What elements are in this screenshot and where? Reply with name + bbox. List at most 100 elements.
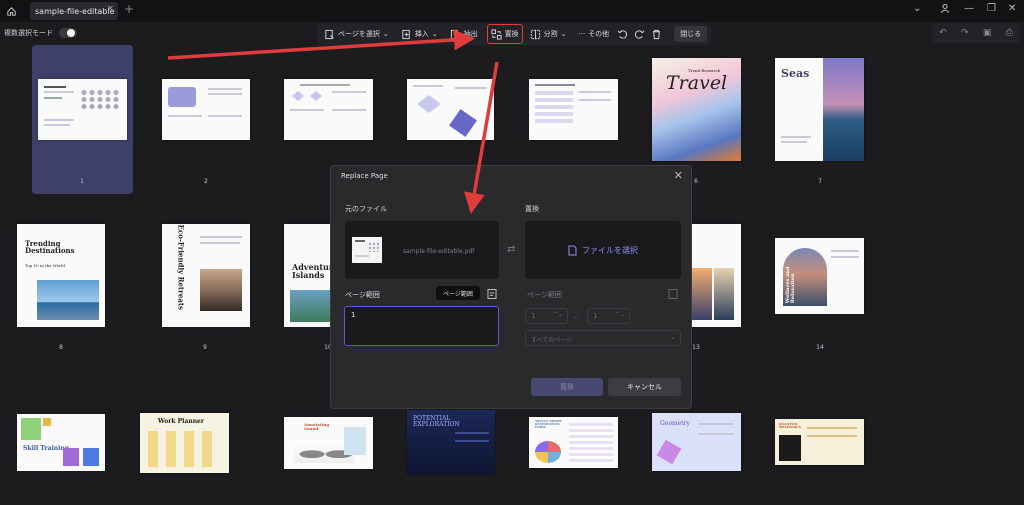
page-range-right-label: ページ範囲 bbox=[527, 291, 562, 299]
close-organize-label: 閉じる bbox=[674, 26, 708, 42]
stepper-arrows-icon: ⌃⌄ bbox=[614, 311, 625, 318]
insert-label: 挿入 bbox=[414, 30, 429, 38]
work-planner-title: Work Planner bbox=[158, 418, 205, 425]
home-icon bbox=[6, 6, 16, 16]
page-thumbnail-20[interactable]: Geometry bbox=[652, 413, 741, 471]
app-window: sample-file-editable × + ⌄ — ❐ ✕ 複数選択モード… bbox=[0, 0, 1024, 505]
choose-file-button[interactable]: ファイルを選択 bbox=[525, 221, 681, 279]
adventure-title: Adventure Islands bbox=[292, 262, 330, 281]
rotate-right-icon bbox=[635, 29, 645, 39]
quantum-title: QUANTUM MECHANICS bbox=[779, 422, 801, 430]
swap-arrows-icon: ⇄ bbox=[507, 244, 516, 255]
source-file-thumbnail bbox=[352, 237, 382, 263]
chevron-down-icon[interactable]: ⌄ bbox=[913, 3, 921, 14]
replace-button[interactable]: 置換 bbox=[486, 24, 523, 44]
extract-button[interactable]: 抽出 bbox=[447, 24, 481, 44]
delete-button[interactable] bbox=[648, 24, 665, 44]
close-icon[interactable]: ✕ bbox=[674, 169, 683, 182]
close-window-icon[interactable]: ✕ bbox=[1008, 3, 1016, 14]
source-file-label: 元のファイル bbox=[345, 205, 387, 213]
page-thumbnail-6[interactable]: Travel Trend Research bbox=[652, 58, 741, 161]
page-thumbnail-1[interactable] bbox=[38, 79, 127, 140]
organize-tools: ページを選択 ⌄ 挿入 ⌄ 抽出 置換 分割 ⌄ ··· その他 閉じる bbox=[317, 23, 711, 45]
annotating-title: Annotating Sound bbox=[304, 422, 330, 432]
potential-title: POTENTIAL EXPLORATION bbox=[413, 415, 460, 429]
range-to-stepper: 1 ⌃⌄ bbox=[587, 308, 630, 324]
page-thumbnail-16[interactable]: Work Planner bbox=[140, 413, 229, 473]
document-tab[interactable]: sample-file-editable × bbox=[30, 2, 118, 20]
replace-label: 置換 bbox=[504, 30, 519, 38]
split-button[interactable]: 分割 ⌄ bbox=[527, 24, 570, 44]
page-thumbnail-17[interactable]: Annotating Sound bbox=[284, 417, 373, 469]
split-icon bbox=[530, 29, 540, 39]
page-range-icon[interactable] bbox=[486, 288, 498, 300]
source-file-name: sample-file-editable.pdf bbox=[403, 248, 475, 255]
split-label: 分割 bbox=[543, 30, 558, 38]
page-range-label: ページ範囲 bbox=[345, 291, 380, 299]
geometry-title: Geometry bbox=[660, 420, 690, 427]
page-thumbnail-5[interactable] bbox=[529, 79, 618, 140]
close-tab-icon[interactable]: × bbox=[106, 4, 114, 14]
page-thumbnail-2[interactable] bbox=[162, 79, 250, 140]
page-number: 7 bbox=[818, 178, 822, 185]
rotate-right-button[interactable] bbox=[631, 24, 648, 44]
all-pages-value: すべてのページ bbox=[531, 337, 573, 344]
new-tab-button[interactable]: + bbox=[124, 2, 134, 16]
source-file-card: sample-file-editable.pdf bbox=[345, 221, 499, 279]
page-range-right-icon bbox=[668, 289, 678, 299]
multi-select-mode[interactable]: 複数選択モード bbox=[4, 28, 77, 38]
stepper-arrows-icon: ⌃⌄ bbox=[552, 311, 563, 318]
right-toolbar: ↶ ↷ ▣ ⎙ bbox=[932, 23, 1020, 43]
more-label: その他 bbox=[588, 30, 610, 38]
rotate-left-button[interactable] bbox=[614, 24, 631, 44]
document-tab-title: sample-file-editable bbox=[35, 6, 115, 16]
account-icon[interactable] bbox=[940, 3, 950, 16]
page-number: 9 bbox=[203, 344, 207, 351]
page-thumbnail-21[interactable]: QUANTUM MECHANICS bbox=[775, 419, 864, 465]
restore-icon[interactable]: ❐ bbox=[987, 3, 996, 14]
tsr-title: TRAVEL SHORT RESERVATION FORM bbox=[535, 419, 562, 430]
page-range-tooltip: ページ範囲 bbox=[436, 286, 480, 300]
more-icon: ··· bbox=[578, 30, 586, 38]
select-pages-button[interactable]: ページを選択 ⌄ bbox=[321, 24, 392, 44]
trash-icon bbox=[653, 29, 661, 39]
insert-button[interactable]: 挿入 ⌄ bbox=[398, 24, 441, 44]
travel-subtitle: Trend Research bbox=[688, 68, 721, 73]
page-number: 2 bbox=[204, 178, 208, 185]
trending-title: Trending Destinations bbox=[25, 239, 75, 256]
range-to-value: 1 bbox=[593, 312, 598, 320]
select-pages-label: ページを選択 bbox=[338, 30, 380, 38]
multi-select-label: 複数選択モード bbox=[4, 29, 53, 37]
page-thumbnail-7[interactable]: Seas bbox=[775, 58, 864, 161]
page-thumbnail-10[interactable]: Adventure Islands bbox=[284, 224, 330, 327]
cancel-button[interactable]: キャンセル bbox=[608, 378, 681, 396]
minimize-icon[interactable]: — bbox=[964, 3, 974, 14]
undo-icon[interactable]: ↶ bbox=[939, 28, 947, 38]
seas-title: Seas bbox=[781, 67, 810, 80]
file-icon bbox=[568, 245, 577, 255]
page-range-input[interactable]: 1 bbox=[344, 306, 499, 346]
page-thumbnail-14[interactable]: Wellness and Relaxation bbox=[775, 238, 864, 314]
more-button[interactable]: ··· その他 bbox=[576, 24, 613, 44]
page-thumbnail-18[interactable]: POTENTIAL EXPLORATION bbox=[407, 410, 495, 474]
page-thumbnail-8[interactable]: Trending Destinations Top 10 in the Worl… bbox=[17, 224, 105, 327]
all-pages-select: すべてのページ ⌄ bbox=[525, 330, 681, 346]
choose-file-label: ファイルを選択 bbox=[582, 245, 638, 255]
redo-icon[interactable]: ↷ bbox=[961, 28, 969, 38]
page-thumbnail-3[interactable] bbox=[284, 79, 373, 140]
multi-select-toggle[interactable] bbox=[59, 28, 77, 38]
page-thumbnail-9[interactable]: Eco-Friendly Retreats bbox=[162, 224, 250, 327]
range-from-value: 1 bbox=[531, 312, 536, 320]
print-icon[interactable]: ⎙ bbox=[1006, 28, 1013, 38]
chevron-down-icon: ⌄ bbox=[560, 30, 567, 38]
page-thumbnail-15[interactable]: Skill Training bbox=[17, 414, 105, 471]
page-thumbnail-13[interactable] bbox=[692, 224, 741, 327]
home-button[interactable] bbox=[0, 0, 22, 22]
travel-title: Travel bbox=[666, 72, 728, 94]
replace-confirm-button[interactable]: 置換 bbox=[531, 378, 603, 396]
page-thumbnail-4[interactable] bbox=[407, 79, 494, 140]
page-thumbnail-19[interactable]: TRAVEL SHORT RESERVATION FORM bbox=[529, 417, 618, 468]
close-organize-button[interactable]: 閉じる bbox=[671, 24, 710, 44]
save-icon[interactable]: ▣ bbox=[983, 28, 992, 38]
range-dash: – bbox=[574, 313, 578, 321]
